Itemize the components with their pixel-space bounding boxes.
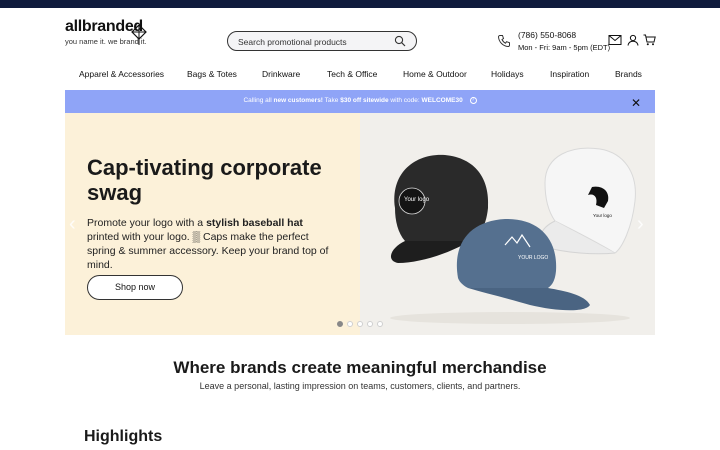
search-icon[interactable] — [394, 35, 406, 47]
hero-body-1: Promote your logo with a — [87, 217, 207, 229]
cap-label-1: Your logo — [404, 197, 430, 203]
caps-product-image: Your logo YOUR LOGO Your logo — [390, 147, 636, 324]
promo-text-2: new customers! — [273, 97, 323, 105]
cap-label-3: Your logo — [593, 213, 612, 218]
chevron-left-icon[interactable]: ‹ — [69, 213, 76, 236]
close-icon[interactable]: ✕ — [631, 96, 641, 110]
mail-icon[interactable] — [608, 34, 622, 46]
promo-message: Calling all new customers! Take $30 off … — [65, 97, 655, 104]
nav-item-holidays[interactable]: Holidays — [491, 69, 524, 79]
nav-item-brands[interactable]: Brands — [615, 69, 642, 79]
section-tagline: Where brands create meaningful merchandi… — [173, 358, 547, 377]
promo-text-4: $30 off sitewide — [340, 97, 389, 105]
hero-carousel: Your logo YOUR LOGO Your logo Cap-tivati… — [65, 113, 655, 335]
nav-item-home[interactable]: Home & Outdoor — [403, 69, 467, 79]
nav-item-apparel[interactable]: Apparel & Accessories — [79, 69, 164, 79]
phone-number[interactable]: (786) 550-8068 — [518, 30, 610, 40]
promo-code: WELCOME30 — [421, 97, 463, 105]
carousel-dot-1[interactable] — [337, 321, 343, 327]
hero-body-bold[interactable]: stylish baseball hat — [206, 217, 303, 229]
carousel-dot-3[interactable] — [357, 321, 363, 327]
hero-title: Cap-tivating corporate swag — [87, 155, 322, 205]
business-hours: Mon - Fri: 9am - 5pm (EDT) — [518, 43, 611, 52]
account-icon[interactable] — [627, 34, 639, 46]
shop-now-button[interactable]: Shop now — [87, 275, 183, 300]
nav-item-drinkware[interactable]: Drinkware — [262, 69, 300, 79]
main-nav: Apparel & Accessories Bags & Totes Drink… — [65, 66, 655, 84]
phone-icon[interactable] — [497, 34, 511, 48]
top-accent-bar — [0, 0, 720, 8]
cart-icon[interactable] — [643, 34, 656, 46]
nav-item-inspiration[interactable]: Inspiration — [550, 69, 589, 79]
nav-item-bags[interactable]: Bags & Totes — [187, 69, 237, 79]
highlights-heading: Highlights — [84, 428, 163, 445]
hero-body-2: printed with your logo. ▒ Caps make the … — [87, 231, 329, 271]
promo-text-1: Calling all — [243, 97, 274, 105]
hero-description: Promote your logo with a stylish basebal… — [87, 216, 337, 272]
contact-info: (786) 550-8068 Mon - Fri: 9am - 5pm (EDT… — [518, 30, 610, 52]
white-cap-image — [539, 147, 636, 255]
carousel-dot-5[interactable] — [377, 321, 383, 327]
nav-item-tech[interactable]: Tech & Office — [327, 69, 377, 79]
site-header: allbranded you name it. we brand it. (78… — [0, 8, 720, 66]
carousel-dot-2[interactable] — [347, 321, 353, 327]
chevron-right-icon[interactable]: › — [637, 213, 644, 236]
promo-banner: Calling all new customers! Take $30 off … — [65, 90, 655, 113]
help-icon[interactable]: ? — [469, 97, 477, 104]
section-subline: Leave a personal, lasting impression on … — [199, 381, 521, 391]
promo-text-5: with code: — [388, 97, 422, 105]
cap-label-2: YOUR LOGO — [518, 255, 548, 261]
carousel-dot-4[interactable] — [367, 321, 373, 327]
search-bar — [227, 31, 417, 51]
hero-image-panel: Your logo YOUR LOGO Your logo — [360, 113, 655, 335]
diamond-logo-icon — [131, 24, 147, 45]
search-input[interactable] — [238, 35, 388, 48]
promo-text-3: Take — [322, 97, 341, 105]
